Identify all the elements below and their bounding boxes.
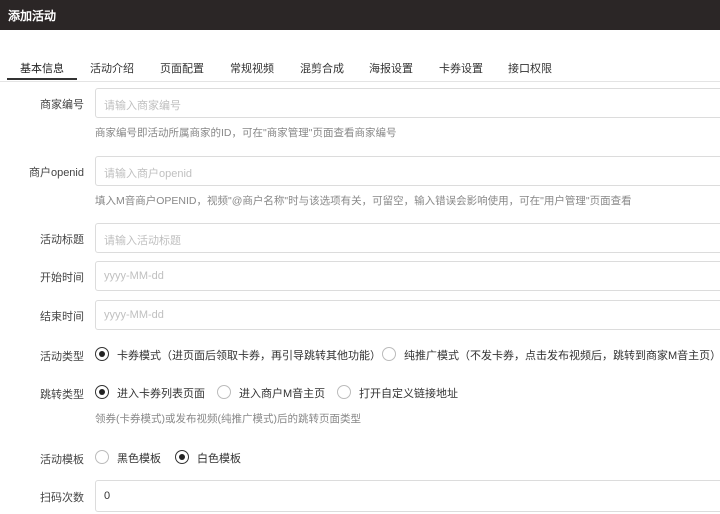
tab-regular-video[interactable]: 常规视频 <box>230 60 274 76</box>
tab-coupon-settings[interactable]: 卡券设置 <box>439 60 483 76</box>
activity-title-placeholder: 请输入活动标题 <box>104 235 181 247</box>
tab-poster-settings[interactable]: 海报设置 <box>369 60 413 76</box>
scan-count-input[interactable]: 0 <box>95 480 720 512</box>
end-time-label: 结束时间 <box>40 311 84 323</box>
merchant-id-placeholder: 请输入商家编号 <box>104 100 181 112</box>
activity-type-label: 活动类型 <box>40 351 84 363</box>
tab-bar: 基本信息 活动介绍 页面配置 常规视频 混剪合成 海报设置 卡券设置 接口权限 <box>0 52 720 82</box>
radio-unchecked-icon <box>382 347 396 361</box>
template-label: 活动模板 <box>40 454 84 466</box>
radio-checked-icon <box>95 385 109 399</box>
window-title-bar: 添加活动 <box>0 0 720 30</box>
activity-type-coupon-radio[interactable]: 卡券模式（进页面后领取卡券，再引导跳转其他功能） <box>95 347 381 363</box>
scan-count-label: 扫码次数 <box>40 492 84 504</box>
jump-type-coupon-list-label: 进入卡券列表页面 <box>117 388 205 400</box>
radio-checked-icon <box>95 347 109 361</box>
tab-activity-intro[interactable]: 活动介绍 <box>90 60 134 76</box>
jump-type-label: 跳转类型 <box>40 389 84 401</box>
jump-type-help: 领券(卡券模式)或发布视频(纯推广模式)后的跳转页面类型 <box>95 413 361 425</box>
jump-type-merchant-home-radio[interactable]: 进入商户M音主页 <box>217 385 332 401</box>
template-black-label: 黑色模板 <box>117 453 161 465</box>
radio-unchecked-icon <box>95 450 109 464</box>
template-black-radio[interactable]: 黑色模板 <box>95 450 165 466</box>
tab-basic-info[interactable]: 基本信息 <box>20 60 64 76</box>
merchant-id-input[interactable]: 请输入商家编号 <box>95 88 720 118</box>
merchant-openid-help: 填入M音商户OPENID，视频"@商户名称"时与该选项有关，可留空，输入错误会影… <box>95 195 632 207</box>
merchant-openid-input[interactable]: 请输入商户openid <box>95 156 720 186</box>
end-time-input[interactable]: yyyy-MM-dd <box>95 300 720 330</box>
jump-type-custom-link-radio[interactable]: 打开自定义链接地址 <box>337 385 462 401</box>
merchant-openid-label: 商户openid <box>28 167 84 179</box>
radio-checked-icon <box>175 450 189 464</box>
radio-unchecked-icon <box>217 385 231 399</box>
jump-type-coupon-list-radio[interactable]: 进入卡券列表页面 <box>95 385 210 401</box>
merchant-id-help: 商家编号即活动所属商家的ID，可在"商家管理"页面查看商家编号 <box>95 127 397 139</box>
template-white-label: 白色模板 <box>197 453 241 465</box>
tab-page-config[interactable]: 页面配置 <box>160 60 204 76</box>
page-title: 添加活动 <box>8 9 57 23</box>
start-time-placeholder: yyyy-MM-dd <box>104 270 164 282</box>
activity-type-promotion-radio[interactable]: 纯推广模式（不发卡券，点击发布视频后，跳转到商家M音主页） <box>382 347 720 363</box>
radio-unchecked-icon <box>337 385 351 399</box>
merchant-id-label: 商家编号 <box>40 99 84 111</box>
scan-count-value: 0 <box>104 490 111 502</box>
jump-type-custom-link-label: 打开自定义链接地址 <box>359 388 458 400</box>
activity-type-promotion-label: 纯推广模式（不发卡券，点击发布视频后，跳转到商家M音主页） <box>404 350 720 362</box>
start-time-label: 开始时间 <box>40 272 84 284</box>
activity-type-coupon-label: 卡券模式（进页面后领取卡券，再引导跳转其他功能） <box>117 350 381 362</box>
template-white-radio[interactable]: 白色模板 <box>175 450 245 466</box>
merchant-openid-placeholder: 请输入商户openid <box>104 168 193 180</box>
end-time-placeholder: yyyy-MM-dd <box>104 309 164 321</box>
tab-mix-compose[interactable]: 混剪合成 <box>300 60 344 76</box>
start-time-input[interactable]: yyyy-MM-dd <box>95 261 720 291</box>
activity-title-label: 活动标题 <box>40 234 84 246</box>
active-tab-indicator <box>7 78 77 80</box>
tab-api-permissions[interactable]: 接口权限 <box>508 60 552 76</box>
jump-type-merchant-home-label: 进入商户M音主页 <box>239 388 326 400</box>
activity-title-input[interactable]: 请输入活动标题 <box>95 223 720 253</box>
